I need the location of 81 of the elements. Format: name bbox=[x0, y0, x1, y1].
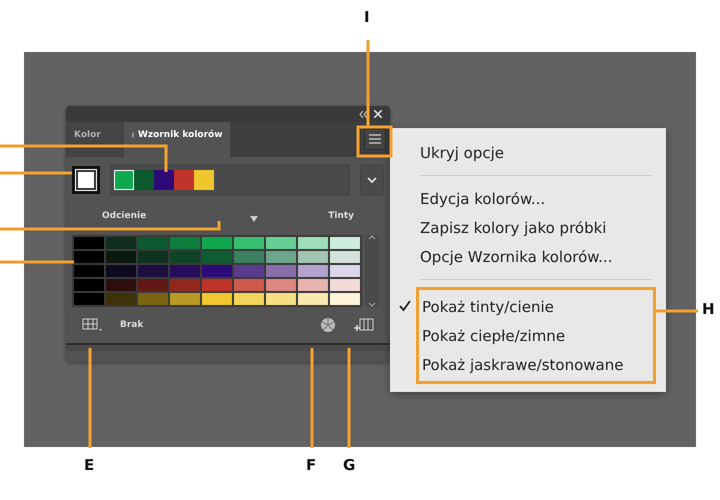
color-cell[interactable] bbox=[298, 293, 328, 305]
color-cell[interactable] bbox=[106, 237, 136, 249]
shades-label: Odcienie bbox=[102, 211, 146, 221]
color-cell[interactable] bbox=[106, 265, 136, 277]
color-cell[interactable] bbox=[266, 265, 296, 277]
color-cell[interactable] bbox=[170, 251, 200, 263]
dropdown-button[interactable] bbox=[360, 164, 384, 196]
color-cell[interactable] bbox=[74, 251, 104, 263]
slider-marker-icon[interactable] bbox=[250, 216, 258, 222]
menu-item[interactable]: Pokaż tinty/cienie bbox=[419, 292, 653, 321]
menu-item[interactable]: Edycja kolorów... bbox=[420, 184, 652, 213]
color-cell[interactable] bbox=[330, 279, 360, 291]
chevron-down-icon bbox=[367, 177, 377, 183]
color-cell[interactable] bbox=[298, 237, 328, 249]
color-cell[interactable] bbox=[298, 251, 328, 263]
panel-tab[interactable]: Kolor bbox=[66, 122, 124, 157]
color-swatch[interactable] bbox=[174, 170, 194, 190]
color-cell[interactable] bbox=[170, 237, 200, 249]
color-cell[interactable] bbox=[170, 293, 200, 305]
color-cell[interactable] bbox=[234, 251, 264, 263]
color-cell[interactable] bbox=[202, 265, 232, 277]
harmony-color-bar[interactable] bbox=[110, 164, 350, 196]
color-cell[interactable] bbox=[138, 293, 168, 305]
color-cell[interactable] bbox=[330, 251, 360, 263]
color-cell[interactable] bbox=[74, 279, 104, 291]
collapse-icon[interactable] bbox=[359, 110, 368, 118]
callout-letter: E bbox=[84, 456, 94, 474]
color-wheel-icon[interactable] bbox=[320, 317, 336, 333]
menu-item[interactable]: Pokaż jaskrawe/stonowane bbox=[419, 350, 653, 379]
menu-item[interactable]: Zapisz kolory jako próbki bbox=[420, 213, 652, 242]
color-cell[interactable] bbox=[138, 279, 168, 291]
color-cell[interactable] bbox=[106, 251, 136, 263]
color-cell[interactable] bbox=[330, 265, 360, 277]
color-cell[interactable] bbox=[298, 265, 328, 277]
color-cell[interactable] bbox=[330, 237, 360, 249]
panel-tab[interactable]: Wzornik kolorów bbox=[124, 122, 230, 157]
color-cell[interactable] bbox=[266, 293, 296, 305]
color-cell[interactable] bbox=[234, 237, 264, 249]
close-icon[interactable] bbox=[374, 110, 382, 118]
color-cell[interactable] bbox=[266, 251, 296, 263]
menu-icon bbox=[369, 134, 381, 144]
color-cell[interactable] bbox=[298, 279, 328, 291]
color-swatch[interactable] bbox=[194, 170, 214, 190]
color-cell[interactable] bbox=[234, 279, 264, 291]
color-cell[interactable] bbox=[202, 279, 232, 291]
menu-button[interactable] bbox=[364, 128, 386, 150]
color-cell[interactable] bbox=[234, 265, 264, 277]
color-cell[interactable] bbox=[106, 293, 136, 305]
color-cell[interactable] bbox=[74, 265, 104, 277]
color-cell[interactable] bbox=[170, 279, 200, 291]
color-cell[interactable] bbox=[106, 279, 136, 291]
callout-letter: I bbox=[364, 8, 370, 26]
tints-label: Tinty bbox=[328, 211, 354, 221]
color-cell[interactable] bbox=[266, 279, 296, 291]
color-cell[interactable] bbox=[266, 237, 296, 249]
callout-letter: H bbox=[702, 300, 715, 318]
menu-item[interactable]: Opcje Wzornika kolorów... bbox=[420, 242, 652, 271]
color-swatch[interactable] bbox=[154, 170, 174, 190]
color-cell[interactable] bbox=[202, 237, 232, 249]
menu-item[interactable]: Pokaż ciepłe/zimne bbox=[419, 321, 653, 350]
menu-item[interactable]: Ukryj opcje bbox=[420, 138, 652, 167]
base-color-swatch[interactable] bbox=[72, 166, 100, 194]
color-cell[interactable] bbox=[74, 237, 104, 249]
resize-grip[interactable] bbox=[66, 343, 390, 351]
color-cell[interactable] bbox=[330, 293, 360, 305]
color-cell[interactable] bbox=[138, 265, 168, 277]
callout-letter: G bbox=[343, 456, 356, 474]
save-swatch-icon[interactable] bbox=[354, 318, 374, 332]
callout-letter: F bbox=[306, 456, 316, 474]
color-cell[interactable] bbox=[202, 251, 232, 263]
color-cell[interactable] bbox=[74, 293, 104, 305]
color-cell[interactable] bbox=[170, 265, 200, 277]
color-cell[interactable] bbox=[202, 293, 232, 305]
color-cell[interactable] bbox=[138, 237, 168, 249]
color-swatch[interactable] bbox=[134, 170, 154, 190]
color-cell[interactable] bbox=[234, 293, 264, 305]
color-cell[interactable] bbox=[138, 251, 168, 263]
color-swatch[interactable] bbox=[114, 170, 134, 190]
limit-label: Brak bbox=[120, 320, 144, 330]
grid-options-icon[interactable] bbox=[82, 318, 102, 332]
scroll-bar[interactable] bbox=[365, 235, 379, 307]
